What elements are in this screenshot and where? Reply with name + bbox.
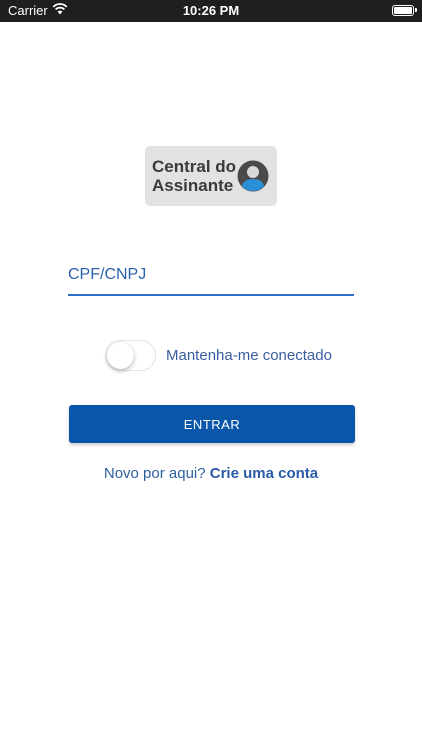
battery-icon (392, 5, 417, 16)
app-logo: Central do Assinante (145, 146, 277, 206)
remember-me-toggle[interactable] (105, 340, 156, 371)
status-time: 10:26 PM (182, 3, 240, 18)
remember-me-label: Mantenha-me conectado (166, 347, 332, 364)
create-account-link[interactable]: Crie uma conta (210, 465, 318, 482)
user-avatar-icon (237, 160, 269, 192)
login-screen: Carrier 10:26 PM Central do Assinante CP… (0, 0, 422, 750)
remember-me-row: Mantenha-me conectado (105, 340, 332, 371)
cpf-cnpj-field (68, 258, 354, 296)
logo-text: Central do Assinante (152, 157, 236, 195)
cpf-cnpj-input[interactable] (68, 258, 354, 292)
status-bar: Carrier 10:26 PM (0, 0, 422, 22)
logo-line-1: Central do (152, 157, 237, 176)
logo-line-2: Assinante (152, 176, 234, 195)
signup-prompt: Novo por aqui? (103, 465, 206, 482)
enter-button[interactable]: ENTRAR (69, 405, 355, 443)
signup-row: Novo por aqui? Crie uma conta (0, 465, 422, 482)
toggle-knob (107, 342, 134, 369)
